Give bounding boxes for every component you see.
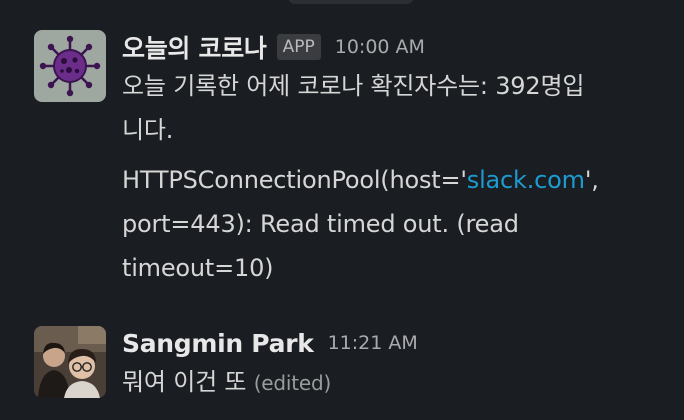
virus-icon [39, 35, 101, 97]
message-body: 오늘 기록한 어제 코로나 확진자수는: 392명입 니다. HTTPSConn… [122, 64, 674, 290]
slack-channel-view: 오늘의 코로나 APP 10:00 AM 오늘 기록한 어제 코로나 확진자수는… [0, 0, 684, 420]
sender-name[interactable]: 오늘의 코로나 [122, 29, 267, 65]
photo-avatar [34, 326, 106, 398]
error-paragraph: HTTPSConnectionPool(host='slack.com', po… [122, 158, 674, 290]
error-text: port=443): Read timed out. (read [122, 210, 519, 238]
message-header: Sangmin Park 11:21 AM [122, 326, 674, 360]
error-text: timeout=10) [122, 254, 274, 282]
message-timestamp[interactable]: 11:21 AM [328, 332, 418, 354]
edited-label: (edited) [253, 371, 332, 395]
bot-avatar[interactable] [34, 30, 106, 102]
user-avatar[interactable] [34, 326, 106, 398]
new-messages-indicator[interactable] [288, 0, 414, 4]
message-timestamp[interactable]: 10:00 AM [335, 36, 425, 58]
message-content: Sangmin Park 11:21 AM 뭐여 이건 또 (edited) [122, 326, 674, 405]
message-body: 뭐여 이건 또 (edited) [122, 360, 674, 405]
message-content: 오늘의 코로나 APP 10:00 AM 오늘 기록한 어제 코로나 확진자수는… [122, 30, 674, 290]
message-header: 오늘의 코로나 APP 10:00 AM [122, 30, 674, 64]
message-text-line: 오늘 기록한 어제 코로나 확진자수는: 392명입 [122, 72, 585, 100]
message-text-line: 니다. [122, 116, 174, 144]
app-badge: APP [276, 34, 321, 60]
error-text: HTTPSConnectionPool(host=' [122, 166, 467, 194]
message-text: 뭐여 이건 또 [122, 368, 247, 396]
sender-name[interactable]: Sangmin Park [122, 329, 314, 358]
error-text: ', [584, 166, 599, 194]
message-paragraph: 오늘 기록한 어제 코로나 확진자수는: 392명입 니다. [122, 64, 674, 152]
slack-link[interactable]: slack.com [467, 166, 585, 194]
